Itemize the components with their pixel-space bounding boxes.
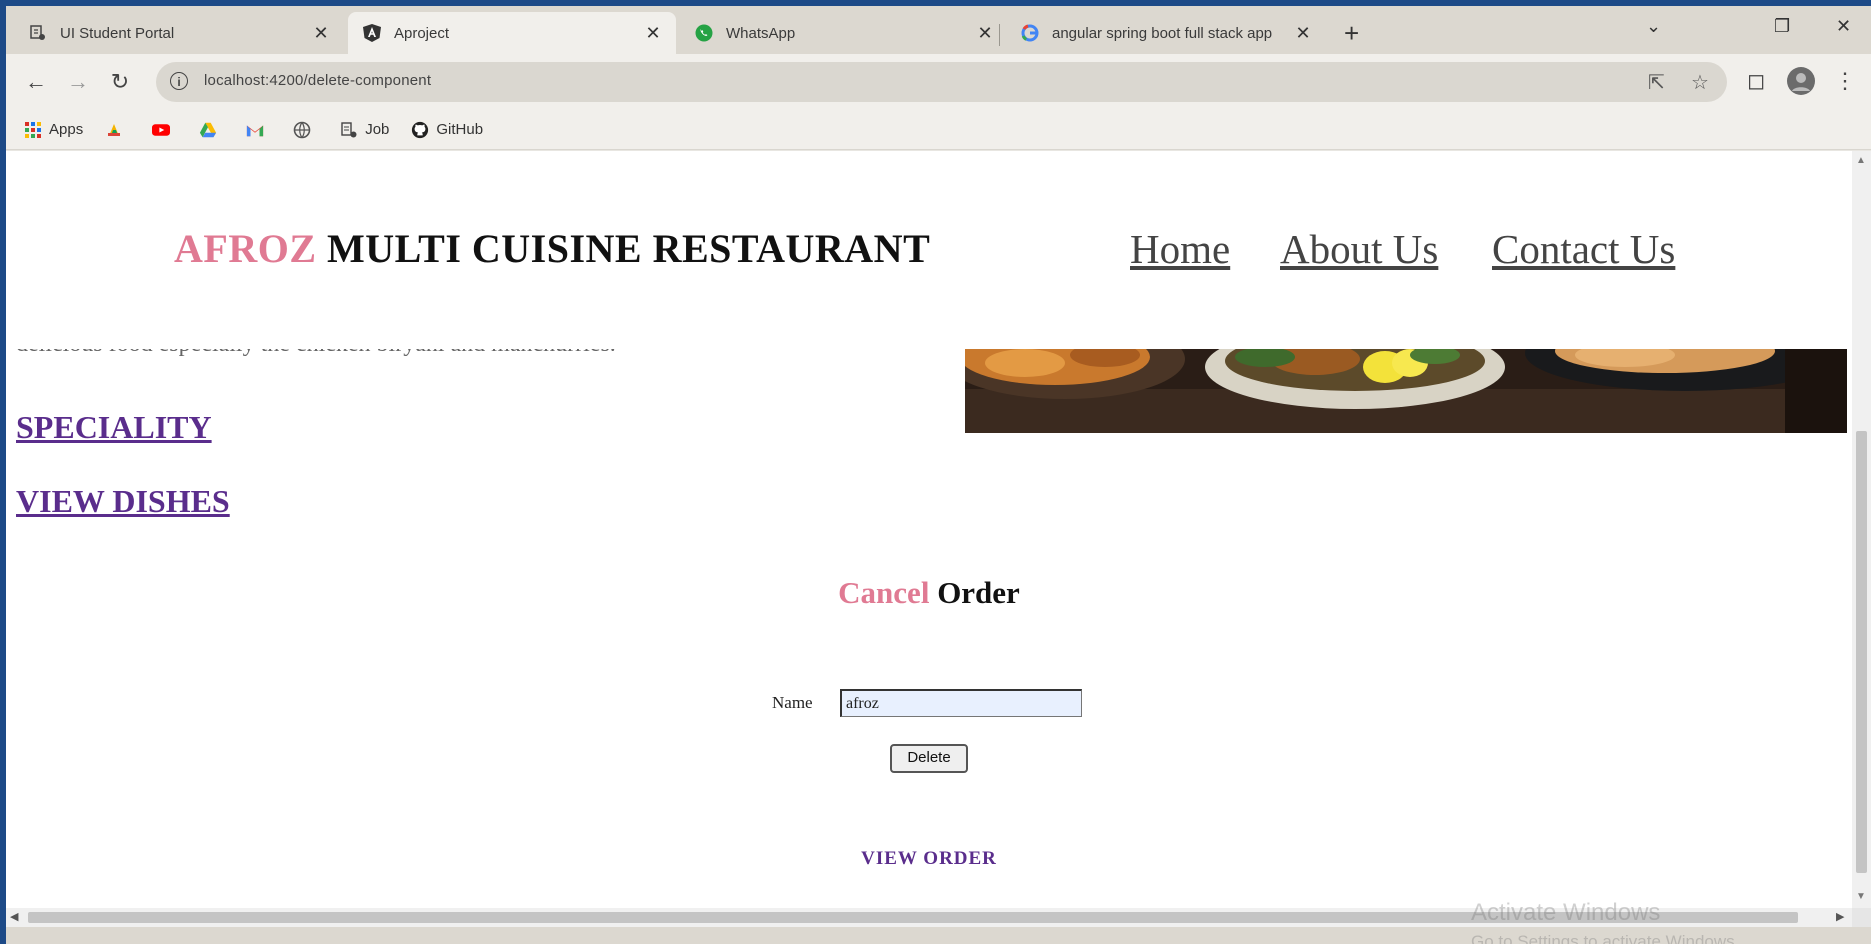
new-tab-plus-icon[interactable]: + [1344, 20, 1359, 46]
tab-separator [999, 24, 1000, 46]
job-icon [340, 121, 358, 139]
delete-button[interactable]: Delete [890, 744, 968, 773]
kebab-menu-icon[interactable]: ⋮ [1834, 68, 1856, 94]
nav-home-link[interactable]: Home [1130, 225, 1230, 273]
brand-accent: AFROZ [174, 226, 317, 271]
bookmarks-bar: Apps Job GitHub [6, 110, 1871, 150]
bookmark-label: Job [365, 121, 390, 138]
vertical-scroll-thumb[interactable] [1856, 431, 1867, 873]
name-label: Name [772, 693, 813, 712]
star-icon[interactable]: ☆ [1691, 70, 1709, 95]
google-drive-icon [199, 121, 217, 139]
url-text[interactable]: localhost:4200/delete-component [204, 72, 431, 89]
github-icon [411, 121, 429, 139]
address-bar[interactable]: i localhost:4200/delete-component ⇱ ☆ [156, 62, 1727, 102]
page-title: Cancel Order [6, 575, 1852, 611]
site-info-icon[interactable]: i [170, 72, 188, 90]
sidebar-panel-icon[interactable]: ◻ [1747, 68, 1765, 94]
bookmark-globe[interactable] [293, 121, 318, 139]
scroll-right-icon[interactable]: ▶ [1836, 910, 1844, 923]
speciality-link[interactable]: SPECIALITY [16, 409, 212, 446]
close-icon[interactable]: ✕ [1294, 24, 1312, 42]
bookmark-job[interactable]: Job [340, 121, 389, 139]
bookmark-apps[interactable]: Apps [24, 121, 83, 139]
title-rest: Order [929, 575, 1020, 610]
brand-title: AFROZ MULTI CUISINE RESTAURANT [174, 225, 930, 272]
gmail-icon [246, 121, 264, 139]
back-arrow-icon[interactable]: ← [22, 68, 50, 96]
bookmark-gmail[interactable] [246, 121, 271, 139]
bookmark-google-drive[interactable] [199, 121, 224, 139]
site-header: AFROZ MULTI CUISINE RESTAURANT Home Abou… [6, 151, 1852, 349]
angular-icon [362, 23, 382, 43]
browser-toolbar: ← → ↻ i localhost:4200/delete-component … [6, 54, 1871, 110]
view-order-link[interactable]: VIEW ORDER [6, 848, 1852, 870]
apps-grid-icon [24, 121, 42, 139]
google-icon [1020, 23, 1040, 43]
browser-window: UI Student Portal ✕ Aproject ✕ WhatsApp … [6, 6, 1871, 944]
youtube-icon [152, 121, 171, 139]
close-icon[interactable]: ✕ [644, 24, 662, 42]
bookmark-label: Apps [49, 121, 84, 138]
title-accent: Cancel [838, 575, 930, 610]
scrollbar-corner [1852, 908, 1871, 927]
globe-icon [293, 121, 311, 139]
bookmark-github[interactable]: GitHub [411, 121, 483, 139]
close-icon[interactable]: ✕ [976, 24, 994, 42]
avatar[interactable] [1786, 66, 1816, 102]
tab-label: Aproject [394, 24, 450, 42]
share-icon[interactable]: ⇱ [1648, 70, 1665, 95]
student-portal-icon [28, 23, 48, 43]
bookmark-label: GitHub [436, 121, 484, 138]
vertical-scrollbar[interactable]: ▲ ▼ [1852, 151, 1871, 908]
drive-folder-icon [105, 121, 123, 139]
chevron-down-icon[interactable]: ⌄ [1646, 16, 1661, 37]
tab-google-search[interactable]: angular spring boot full stack app ✕ [1006, 12, 1326, 54]
close-window-icon[interactable]: ✕ [1836, 16, 1851, 37]
scroll-down-icon[interactable]: ▼ [1856, 891, 1866, 902]
bookmark-drive-folder[interactable] [105, 121, 130, 139]
tab-label: angular spring boot full stack app [1052, 24, 1273, 42]
forward-arrow-icon[interactable]: → [64, 68, 92, 96]
nav-about-link[interactable]: About Us [1280, 225, 1438, 273]
tab-whatsapp[interactable]: WhatsApp ✕ [680, 12, 1008, 54]
food-dishes-image [965, 349, 1847, 433]
tab-label: WhatsApp [726, 24, 796, 42]
restore-window-icon[interactable]: ❐ [1774, 16, 1790, 37]
whatsapp-icon [694, 23, 714, 43]
name-input[interactable] [840, 689, 1082, 717]
reload-icon[interactable]: ↻ [106, 68, 134, 96]
tab-aproject[interactable]: Aproject ✕ [348, 12, 676, 54]
brand-rest: MULTI CUISINE RESTAURANT [316, 226, 931, 271]
tab-strip: UI Student Portal ✕ Aproject ✕ WhatsApp … [6, 6, 1871, 54]
page-viewport: delicious food especially the chicken bi… [6, 151, 1852, 908]
nav-contact-link[interactable]: Contact Us [1492, 225, 1675, 273]
close-icon[interactable]: ✕ [312, 24, 330, 42]
scroll-left-icon[interactable]: ◀ [10, 910, 18, 923]
view-dishes-link[interactable]: VIEW DISHES [16, 483, 230, 520]
tab-student-portal[interactable]: UI Student Portal ✕ [14, 12, 344, 54]
activate-windows-subtext: Go to Settings to activate Windows. [1471, 932, 1740, 944]
activate-windows-watermark: Activate Windows [1471, 899, 1661, 926]
bookmark-youtube[interactable] [152, 121, 177, 139]
tab-label: UI Student Portal [60, 24, 175, 42]
scroll-up-icon[interactable]: ▲ [1856, 155, 1866, 166]
